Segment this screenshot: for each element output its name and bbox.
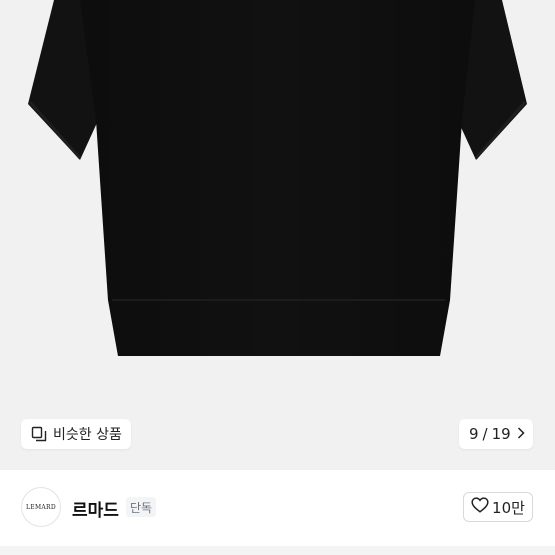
like-count: 10만 bbox=[492, 498, 525, 517]
current-page: 9 bbox=[469, 425, 479, 443]
like-button[interactable]: 10만 bbox=[463, 492, 533, 522]
page-counter-text: 9 / 19 bbox=[469, 425, 511, 443]
heart-outline-icon bbox=[471, 497, 489, 517]
page-separator: / bbox=[482, 425, 488, 443]
product-image[interactable] bbox=[0, 0, 555, 470]
exclusive-badge: 단독 bbox=[126, 497, 157, 517]
section-divider bbox=[0, 546, 555, 555]
brand-logo[interactable]: LEMARD bbox=[21, 487, 61, 527]
image-page-counter[interactable]: 9 / 19 bbox=[459, 419, 533, 449]
similar-items-button[interactable]: 비슷한 상품 bbox=[21, 419, 131, 449]
total-pages: 19 bbox=[491, 425, 511, 443]
brand-logo-text: LEMARD bbox=[26, 503, 56, 511]
product-image-gallery[interactable]: 비슷한 상품 9 / 19 bbox=[0, 0, 555, 470]
chevron-right-icon bbox=[517, 425, 525, 443]
similar-items-icon bbox=[31, 426, 47, 442]
brand-name[interactable]: 르마드 bbox=[72, 496, 119, 521]
similar-items-label: 비슷한 상품 bbox=[53, 427, 122, 443]
brand-bar: LEMARD 르마드 단독 10만 bbox=[0, 470, 555, 542]
